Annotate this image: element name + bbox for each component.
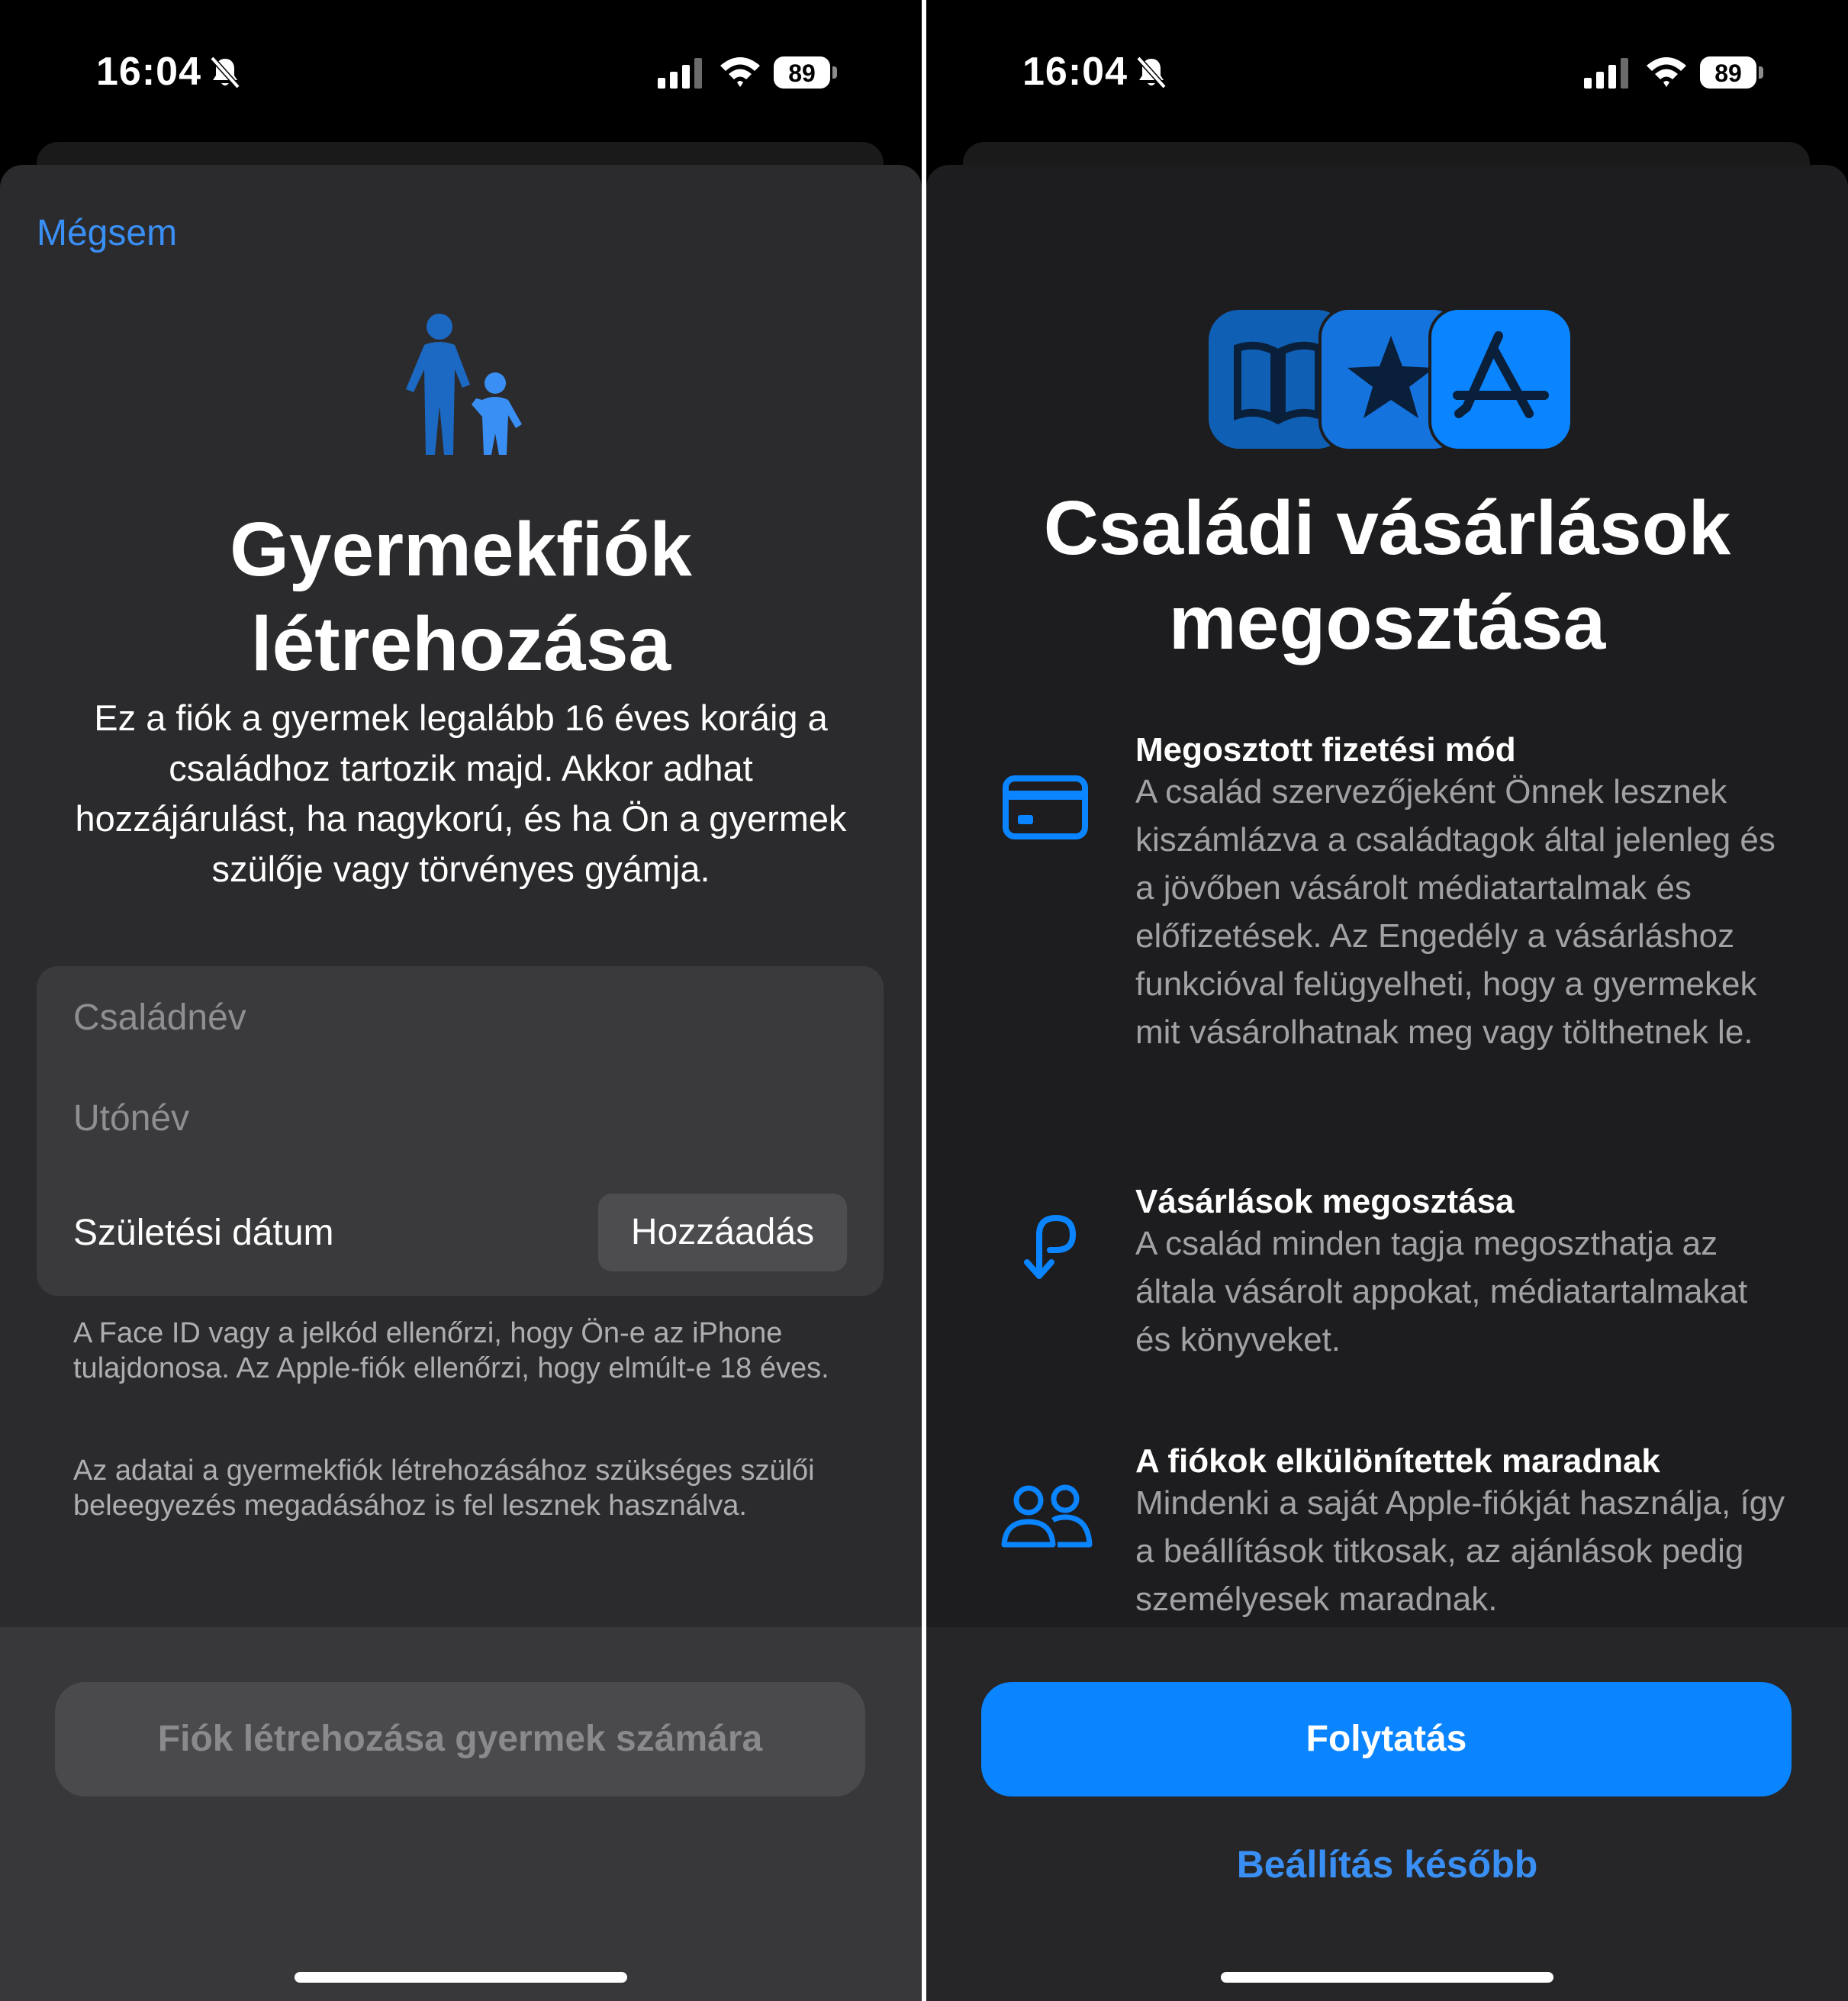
share-purchases-icon bbox=[1024, 1214, 1077, 1279]
page-title: Családi vásárlások megosztása bbox=[1043, 485, 1731, 665]
feature-text: Mindenki a saját Apple-fiókját használja… bbox=[1135, 1484, 1785, 1618]
battery-icon: 89 bbox=[774, 56, 838, 90]
description-text: Ez a fiók a gyermek legalább 16 éves kor… bbox=[75, 698, 847, 889]
set-up-later-button[interactable]: Beállítás később bbox=[926, 1842, 1848, 1887]
wifi-icon bbox=[720, 57, 760, 87]
last-name-input[interactable]: Családnév bbox=[73, 997, 246, 1039]
battery-level: 89 bbox=[788, 60, 816, 87]
battery-icon: 89 bbox=[1700, 56, 1764, 90]
silent-bell-icon bbox=[210, 56, 240, 89]
credit-card-icon bbox=[1003, 775, 1088, 839]
left-screen: 16:04 89 Mégsem Gyermekfiók létrehozása … bbox=[0, 0, 922, 2001]
page-title: Gyermekfiók létrehozása bbox=[230, 507, 692, 687]
cancel-button[interactable]: Mégsem bbox=[37, 212, 177, 254]
home-indicator[interactable] bbox=[1221, 1972, 1553, 1983]
feature-title: Vásárlások megosztása bbox=[1135, 1183, 1515, 1220]
status-bar: 16:04 89 bbox=[0, 0, 922, 137]
create-child-account-sheet: Mégsem Gyermekfiók létrehozása Ez a fiók… bbox=[0, 165, 922, 2001]
wifi-icon bbox=[1647, 57, 1686, 87]
status-time: 16:04 bbox=[96, 50, 201, 94]
bottom-action-bar: Folytatás Beállítás később bbox=[926, 1627, 1848, 2001]
consent-note: Az adatai a gyermekfiók létrehozásához s… bbox=[73, 1455, 815, 1522]
create-child-account-button[interactable]: Fiók létrehozása gyermek számára bbox=[55, 1682, 865, 1796]
birthdate-label: Születési dátum bbox=[73, 1213, 334, 1253]
first-name-input[interactable]: Utónév bbox=[73, 1097, 189, 1139]
child-details-form: Családnév Utónév Születési dátum Hozzáad… bbox=[37, 966, 884, 1296]
purchase-sharing-sheet: Családi vásárlások megosztása Megosztott… bbox=[926, 165, 1848, 2001]
home-indicator[interactable] bbox=[295, 1972, 627, 1983]
status-bar: 16:04 89 bbox=[926, 0, 1848, 137]
cellular-signal-icon bbox=[1584, 58, 1628, 89]
continue-button[interactable]: Folytatás bbox=[981, 1682, 1792, 1796]
app-store-icon bbox=[1428, 307, 1573, 452]
silent-bell-icon bbox=[1136, 56, 1167, 89]
media-app-icons bbox=[1209, 307, 1573, 452]
add-birthdate-button[interactable]: Hozzáadás bbox=[598, 1194, 847, 1271]
face-id-note: A Face ID vagy a jelkód ellenőrzi, hogy … bbox=[73, 1317, 829, 1384]
parent-child-icon bbox=[406, 314, 522, 455]
battery-level: 89 bbox=[1714, 60, 1742, 87]
two-people-icon bbox=[1001, 1484, 1093, 1548]
cellular-signal-icon bbox=[658, 58, 702, 89]
bottom-action-bar: Fiók létrehozása gyermek számára bbox=[0, 1627, 922, 2001]
right-screen: 16:04 89 Családi vásárlások megosztása M… bbox=[926, 0, 1848, 2001]
feature-text: A család minden tagja megoszthatja az ál… bbox=[1135, 1225, 1748, 1358]
feature-title: Megosztott fizetési mód bbox=[1135, 731, 1516, 768]
feature-title: A fiókok elkülönítettek maradnak bbox=[1135, 1442, 1660, 1480]
status-time: 16:04 bbox=[1022, 50, 1128, 94]
feature-text: A család szervezőjeként Önnek lesznek ki… bbox=[1135, 773, 1776, 1051]
